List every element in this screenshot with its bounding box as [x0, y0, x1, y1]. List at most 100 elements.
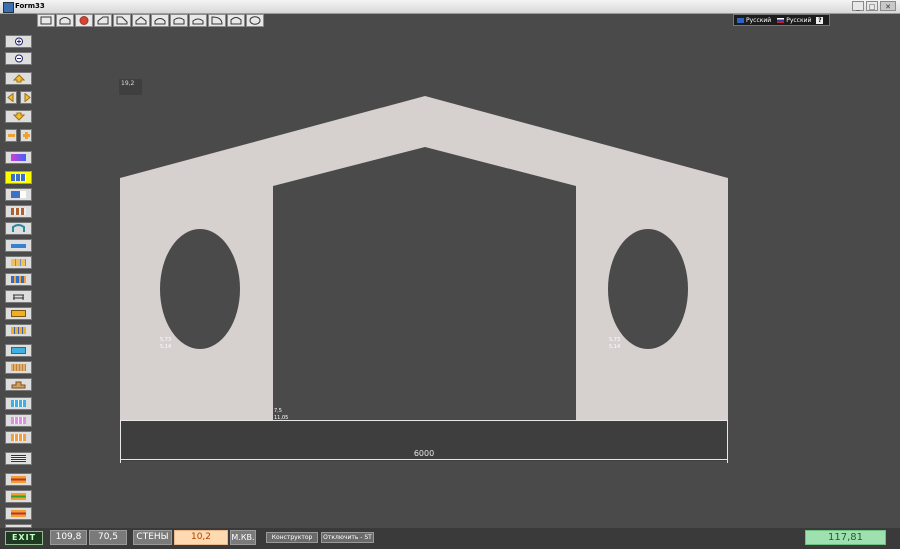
- disable-st-button[interactable]: Отключить - ST: [321, 532, 374, 543]
- arrow-right-icon: [24, 93, 31, 102]
- close-button[interactable]: ✕: [880, 1, 896, 11]
- maximize-button[interactable]: □: [866, 1, 878, 11]
- window-tool-button[interactable]: [5, 344, 32, 357]
- flag-ru-icon: [737, 17, 744, 23]
- zoom-in-button[interactable]: [5, 35, 32, 48]
- layer-3-button[interactable]: [5, 507, 32, 520]
- shape-arch-button[interactable]: [56, 14, 74, 27]
- dome3-icon: [230, 17, 242, 25]
- constructor-button[interactable]: Конструктор: [266, 532, 318, 543]
- list-tool-button[interactable]: [5, 452, 32, 465]
- layer-1-button[interactable]: [5, 473, 32, 486]
- shape-quarter-button[interactable]: [208, 14, 226, 27]
- shape-slope-button[interactable]: [94, 14, 112, 27]
- walls-label: СТЕНЫ: [133, 530, 172, 545]
- wood-tool-button[interactable]: [5, 361, 32, 374]
- shape-dome-button[interactable]: [170, 14, 188, 27]
- frame-icon: [11, 310, 26, 317]
- grid-orange-button[interactable]: [5, 431, 32, 444]
- left-window-label-1: 5,73: [160, 337, 171, 343]
- title-bar: Form33 _ □ ✕: [0, 0, 900, 14]
- dome-icon: [173, 17, 185, 25]
- grid-blue-button[interactable]: [5, 397, 32, 410]
- shape-oval-button[interactable]: [246, 14, 264, 27]
- shape-circle-button[interactable]: [75, 14, 93, 27]
- gradient-icon: [11, 154, 26, 161]
- zoom-out-button[interactable]: [5, 52, 32, 65]
- minimize-button[interactable]: _: [852, 1, 864, 11]
- list-icon: [11, 455, 26, 462]
- layer-2-button[interactable]: [5, 490, 32, 503]
- arch2-icon: [154, 18, 166, 25]
- bench-icon: [13, 294, 24, 300]
- exit-button[interactable]: EXIT: [5, 531, 43, 545]
- shape-arch2-button[interactable]: [151, 14, 169, 27]
- arrow-up-icon: [12, 74, 25, 83]
- shape-dome3-button[interactable]: [227, 14, 245, 27]
- minus-icon: [7, 134, 15, 137]
- right-window-label-2: 5,14: [609, 344, 620, 350]
- language-left[interactable]: Русский: [746, 17, 771, 24]
- left-window-label-2: 5,14: [160, 344, 171, 350]
- panel-tool-2-button[interactable]: [5, 188, 32, 201]
- slope-icon: [97, 16, 109, 25]
- tiles-tool-button[interactable]: [5, 324, 32, 337]
- left-toolbar: [0, 28, 37, 528]
- left-window-opening: [160, 229, 240, 349]
- shape-peak-button[interactable]: [132, 14, 150, 27]
- grid-pink-icon: [11, 417, 26, 424]
- grow-button[interactable]: [20, 129, 32, 142]
- walls-value: 10,2: [174, 530, 228, 545]
- frame-tool-button[interactable]: [5, 307, 32, 320]
- color-fill-button[interactable]: [5, 151, 32, 164]
- panel-icon: [11, 174, 26, 181]
- move-right-button[interactable]: [20, 91, 32, 104]
- move-left-button[interactable]: [5, 91, 17, 104]
- grid-pink-button[interactable]: [5, 414, 32, 427]
- window-icon: [11, 347, 26, 354]
- peak-icon: [135, 16, 147, 25]
- step-tool-button[interactable]: [5, 378, 32, 391]
- zoom-out-icon: [14, 54, 23, 63]
- arch-tool-button[interactable]: [5, 222, 32, 235]
- move-down-button[interactable]: [5, 110, 32, 123]
- shape-rect-button[interactable]: [37, 14, 55, 27]
- shrink-button[interactable]: [5, 129, 17, 142]
- bevel-icon: [116, 16, 128, 25]
- shape-bevel-button[interactable]: [113, 14, 131, 27]
- drawing-canvas[interactable]: 6000 5,73 5,14 5,73 5,14 7,5 11,05: [37, 28, 900, 528]
- right-window-opening: [608, 229, 688, 349]
- door-label-2: 11,05: [274, 415, 288, 421]
- window-title: Form33: [15, 2, 45, 10]
- layer-green-icon: [11, 493, 26, 500]
- unit-label: М.КВ.: [230, 530, 256, 545]
- columns-tool-button[interactable]: [5, 256, 32, 269]
- tiles-icon: [11, 327, 26, 334]
- app-icon: [3, 2, 14, 13]
- panel-tool-3-button[interactable]: [5, 205, 32, 218]
- area-chip: 19,2: [119, 79, 142, 95]
- beam-icon: [11, 243, 26, 248]
- move-up-button[interactable]: [5, 72, 32, 85]
- coord-x: 109,8: [50, 530, 87, 545]
- language-right[interactable]: Русский: [786, 17, 811, 24]
- quarter-icon: [211, 16, 223, 25]
- columns-icon: [11, 259, 26, 266]
- blocks-tool-button[interactable]: [5, 273, 32, 286]
- arch-icon: [59, 17, 71, 25]
- help-icon[interactable]: ?: [816, 16, 824, 24]
- wood-icon: [11, 364, 26, 371]
- shape-dome2-button[interactable]: [189, 14, 207, 27]
- bench-tool-button[interactable]: [5, 290, 32, 303]
- right-window-label-1: 5,73: [609, 337, 620, 343]
- panel-tool-1-button[interactable]: [5, 171, 32, 184]
- layer-icon: [11, 476, 26, 483]
- total-area: 117,81: [805, 530, 886, 545]
- language-bar[interactable]: Русский Русский ?: [733, 14, 830, 26]
- circle-icon: [79, 16, 89, 25]
- oval-icon: [249, 16, 261, 25]
- beam-tool-button[interactable]: [5, 239, 32, 252]
- status-bar: EXIT 109,8 70,5 СТЕНЫ 10,2 М.КВ. Констру…: [0, 528, 900, 549]
- plus-icon: [22, 132, 30, 139]
- arch-frame-icon: [12, 224, 25, 232]
